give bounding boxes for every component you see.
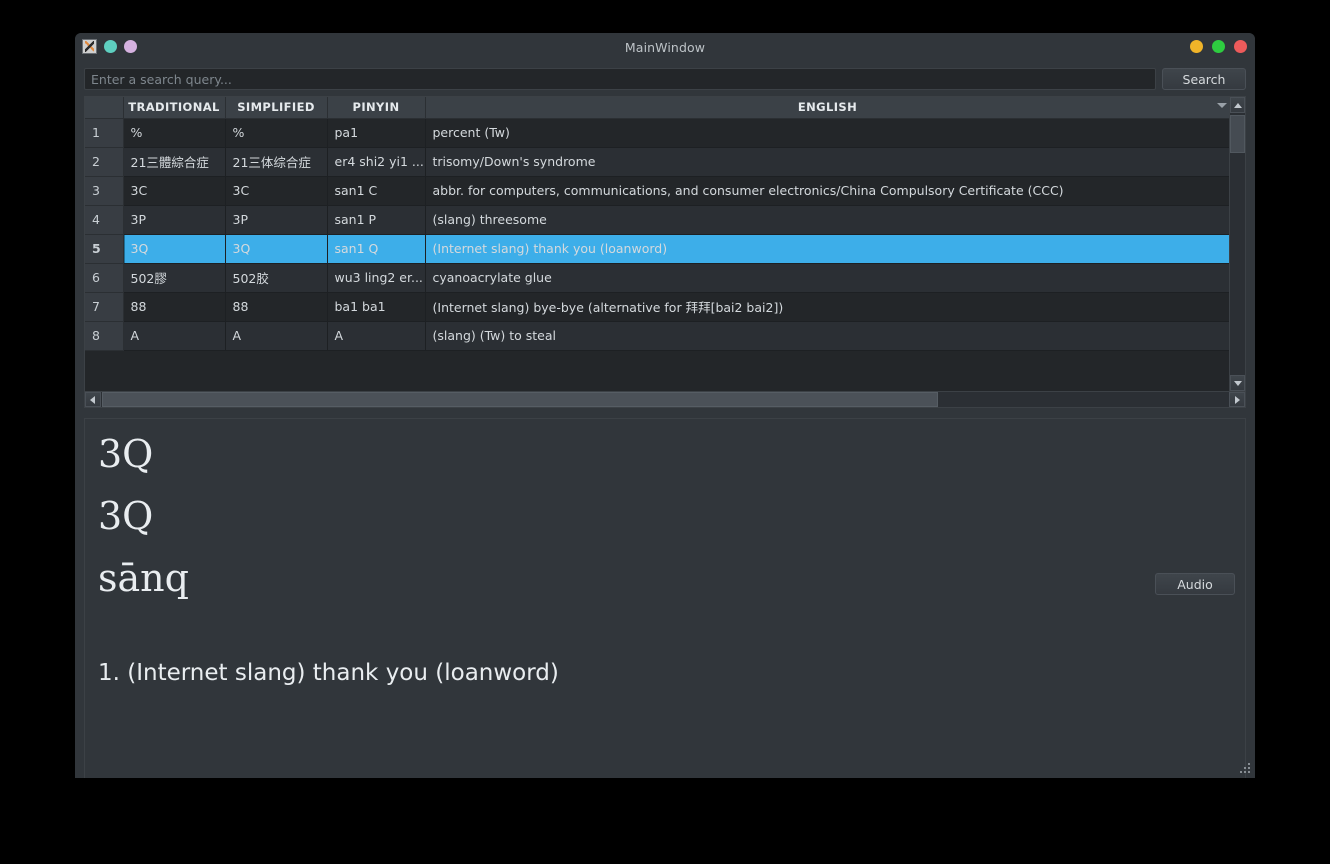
table-cell-english[interactable]: (Internet slang) bye-bye (alternative fo…	[425, 292, 1230, 322]
table-row[interactable]: 3 3C 3C san1 Cabbr. for computers, communic…	[85, 176, 1230, 206]
resize-grip-dot	[1244, 771, 1246, 773]
table-cell-rownumber[interactable]: 7	[85, 292, 124, 322]
table-row[interactable]: 5 3Q 3Q san1 Q (Internet slang) thank you (l…	[85, 234, 1230, 264]
table-cell-pinyin[interactable]: san1 Q	[327, 234, 426, 264]
results-table-viewport: TRADITIONAL SIMPLIFIED PINYIN ENGLISH 1%…	[85, 97, 1230, 391]
table-cell-rownumber[interactable]: 1	[85, 118, 124, 148]
table-cell-traditional[interactable]: A	[123, 321, 226, 351]
table-cell-pinyin[interactable]: san1 C	[327, 176, 426, 206]
audio-button[interactable]: Audio	[1155, 573, 1235, 595]
horizontal-scrollbar[interactable]	[85, 391, 1245, 407]
table-cell-simplified[interactable]: A	[225, 321, 328, 351]
table-row[interactable]: 6 502膠 502胶 wu3 ling2 er... cyanoacrylate gl…	[85, 263, 1230, 293]
table-header-traditional[interactable]: TRADITIONAL	[123, 97, 226, 119]
table-cell-traditional[interactable]: 21三體綜合症	[123, 147, 226, 177]
resize-grip[interactable]	[1240, 763, 1252, 775]
table-cell-english[interactable]: (slang) threesome	[425, 205, 1230, 235]
chevron-down-icon[interactable]	[1217, 103, 1227, 108]
table-cell-traditional[interactable]: %	[123, 118, 226, 148]
table-header-pinyin[interactable]: PINYIN	[327, 97, 426, 119]
window-title: MainWindow	[624, 40, 706, 55]
close-button[interactable]	[1234, 40, 1247, 53]
table-cell-english[interactable]: (slang) (Tw) to steal	[425, 321, 1230, 351]
horizontal-scrollbar-thumb[interactable]	[102, 392, 938, 407]
scroll-up-button[interactable]	[1230, 97, 1245, 113]
resize-grip-dot	[1240, 771, 1242, 773]
entry-detail-panel: 3Q 3Q sānq Audio 1. (Internet slang) tha…	[84, 418, 1246, 778]
table-cell-rownumber[interactable]: 3	[85, 176, 124, 206]
table-cell-traditional[interactable]: 3C	[123, 176, 226, 206]
table-header-corner[interactable]	[85, 97, 124, 119]
table-row[interactable]: 4 3P 3P san1 P (slang) threesome	[85, 205, 1230, 235]
definition-line: 1. (Internet slang) thank you (loanword)	[98, 660, 559, 686]
table-cell-simplified[interactable]: 3P	[225, 205, 328, 235]
search-bar: Search	[84, 68, 1246, 90]
resize-grip-dot	[1244, 767, 1246, 769]
table-cell-rownumber[interactable]: 6	[85, 263, 124, 293]
table-cell-simplified[interactable]: 88	[225, 292, 328, 322]
resize-grip-dot	[1248, 767, 1250, 769]
table-cell-traditional[interactable]: 502膠	[123, 263, 226, 293]
table-cell-traditional[interactable]: 3P	[123, 205, 226, 235]
table-cell-simplified[interactable]: %	[225, 118, 328, 148]
table-cell-simplified[interactable]: 21三体综合症	[225, 147, 328, 177]
table-cell-english[interactable]: trisomy/Down's syndrome	[425, 147, 1230, 177]
table-header-simplified[interactable]: SIMPLIFIED	[225, 97, 328, 119]
table-cell-rownumber[interactable]: 5	[85, 234, 124, 264]
table-cell-pinyin[interactable]: ba1 ba1	[327, 292, 426, 322]
table-cell-traditional[interactable]: 3Q	[123, 234, 226, 264]
table-cell-simplified[interactable]: 502胶	[225, 263, 328, 293]
main-window: MainWindow Search TRADITIONAL SIMPLIFIED…	[75, 33, 1255, 778]
search-button[interactable]: Search	[1162, 68, 1246, 90]
table-cell-pinyin[interactable]: pa1	[327, 118, 426, 148]
table-row[interactable]: 8 A A A (slang) (Tw) to steal	[85, 321, 1230, 351]
table-cell-english[interactable]: cyanoacrylate glue	[425, 263, 1230, 293]
detail-definitions: 1. (Internet slang) thank you (loanword)	[98, 657, 1225, 690]
scroll-left-button[interactable]	[85, 392, 101, 407]
search-input[interactable]	[84, 68, 1156, 90]
resize-grip-dot	[1248, 763, 1250, 765]
table-header-english[interactable]: ENGLISH	[425, 97, 1230, 119]
table-cell-simplified[interactable]: 3Q	[225, 234, 328, 264]
table-row[interactable]: 2 21三體綜合症 21三体综合症 er4 shi2 yi1 ... trisomy/D…	[85, 147, 1230, 177]
vertical-scrollbar[interactable]	[1229, 97, 1245, 391]
table-body: 1%% pa1 percent (Tw) 2 21三體綜合症 21三体综合症 er4 shi…	[85, 118, 1230, 351]
table-cell-pinyin[interactable]: san1 P	[327, 205, 426, 235]
detail-pinyin: sānq	[98, 556, 189, 600]
titlebar-right-controls	[1190, 40, 1247, 53]
table-row[interactable]: 7 88 88 ba1 ba1 (Internet slang) bye-bye (al…	[85, 292, 1230, 322]
title-bar: MainWindow	[75, 33, 1255, 62]
table-cell-pinyin[interactable]: A	[327, 321, 426, 351]
minimize-button[interactable]	[1190, 40, 1203, 53]
table-row[interactable]: 1%% pa1 percent (Tw)	[85, 118, 1230, 148]
maximize-button[interactable]	[1212, 40, 1225, 53]
results-grid: TRADITIONAL SIMPLIFIED PINYIN ENGLISH 1%…	[85, 97, 1230, 351]
table-cell-rownumber[interactable]: 8	[85, 321, 124, 351]
table-cell-simplified[interactable]: 3C	[225, 176, 328, 206]
table-cell-rownumber[interactable]: 4	[85, 205, 124, 235]
table-header-row: TRADITIONAL SIMPLIFIED PINYIN ENGLISH	[85, 97, 1230, 119]
scroll-down-button[interactable]	[1230, 375, 1245, 391]
table-cell-english[interactable]: percent (Tw)	[425, 118, 1230, 148]
table-cell-pinyin[interactable]: er4 shi2 yi1 ...	[327, 147, 426, 177]
table-cell-english[interactable]: abbr. for computers, communications, and…	[425, 176, 1230, 206]
vertical-scrollbar-thumb[interactable]	[1230, 115, 1245, 153]
table-cell-english[interactable]: (Internet slang) thank you (loanword)	[425, 234, 1230, 264]
table-cell-traditional[interactable]: 88	[123, 292, 226, 322]
detail-traditional: 3Q	[98, 432, 154, 476]
detail-simplified: 3Q	[98, 494, 154, 538]
resize-grip-dot	[1248, 771, 1250, 773]
results-table: TRADITIONAL SIMPLIFIED PINYIN ENGLISH 1%…	[84, 96, 1246, 408]
scroll-right-button[interactable]	[1229, 392, 1245, 407]
table-cell-rownumber[interactable]: 2	[85, 147, 124, 177]
table-cell-pinyin[interactable]: wu3 ling2 er...	[327, 263, 426, 293]
